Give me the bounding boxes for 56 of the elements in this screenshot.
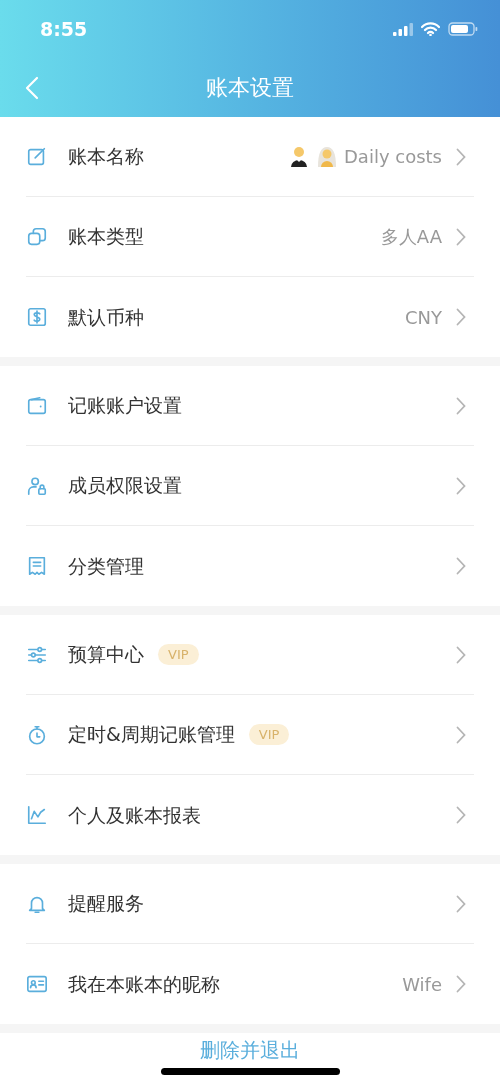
line-chart-icon bbox=[26, 804, 48, 826]
row-value: 多人AA bbox=[380, 225, 442, 249]
stopwatch-icon bbox=[26, 723, 48, 746]
status-time: 8:55 bbox=[40, 16, 88, 42]
row-label: 定时&周期记账管理 bbox=[68, 722, 235, 748]
wallet-icon bbox=[26, 394, 48, 417]
bride-icon bbox=[316, 144, 338, 169]
row-value: Daily costs bbox=[344, 145, 442, 169]
settings-row[interactable]: 提醒服务 bbox=[26, 864, 474, 944]
groom-icon bbox=[288, 144, 310, 169]
back-icon[interactable] bbox=[25, 75, 39, 100]
row-label: 账本类型 bbox=[68, 224, 144, 250]
settings-row[interactable]: 我在本账本的昵称 Wife bbox=[26, 944, 474, 1024]
settings-row[interactable]: 个人及账本报表 bbox=[26, 775, 474, 855]
chevron-icon bbox=[456, 227, 466, 246]
chevron-icon bbox=[456, 557, 466, 575]
vip-badge: VIP bbox=[248, 723, 290, 746]
row-label: 提醒服务 bbox=[68, 891, 144, 917]
row-label: 我在本账本的昵称 bbox=[68, 971, 220, 997]
chevron-icon bbox=[456, 645, 466, 664]
chevron-icon bbox=[456, 147, 466, 166]
wifi-icon bbox=[421, 22, 440, 36]
person-lock-icon bbox=[26, 474, 48, 497]
chevron-icon bbox=[456, 396, 466, 415]
row-label: 预算中心 bbox=[68, 642, 144, 668]
signal-icon bbox=[393, 22, 413, 36]
chevron-icon bbox=[456, 806, 466, 824]
settings-row[interactable]: 定时&周期记账管理 VIP bbox=[26, 695, 474, 775]
row-value: CNY bbox=[404, 305, 442, 330]
copy-icon bbox=[26, 225, 48, 248]
id-card-icon bbox=[26, 973, 48, 995]
row-label: 分类管理 bbox=[68, 553, 144, 579]
dollar-icon bbox=[26, 306, 48, 328]
settings-row[interactable]: 记账账户设置 bbox=[26, 366, 474, 446]
settings-row[interactable]: 分类管理 bbox=[26, 526, 474, 606]
settings-row[interactable]: 账本类型 多人AA bbox=[26, 197, 474, 277]
receipt-icon bbox=[26, 555, 48, 577]
chevron-icon bbox=[456, 975, 466, 993]
vip-badge: VIP bbox=[158, 643, 199, 666]
row-label: 默认币种 bbox=[68, 304, 144, 330]
page-title: 账本设置 bbox=[206, 75, 294, 100]
chevron-icon bbox=[456, 308, 466, 326]
row-label: 记账账户设置 bbox=[68, 393, 182, 419]
settings-row[interactable]: 默认币种 CNY bbox=[26, 277, 474, 357]
chevron-icon bbox=[456, 725, 466, 744]
row-value: Wife bbox=[402, 972, 442, 997]
settings-row[interactable]: 预算中心 VIP bbox=[26, 615, 474, 695]
battery-icon bbox=[448, 22, 478, 36]
settings-row[interactable]: 成员权限设置 bbox=[26, 446, 474, 526]
row-label: 成员权限设置 bbox=[68, 473, 182, 499]
row-label: 账本名称 bbox=[68, 144, 144, 170]
settings-row[interactable]: 账本名称 Daily costs bbox=[26, 117, 474, 197]
chevron-icon bbox=[456, 476, 466, 495]
edit-icon bbox=[26, 145, 48, 168]
row-label: 个人及账本报表 bbox=[68, 802, 201, 828]
chevron-icon bbox=[456, 894, 466, 913]
